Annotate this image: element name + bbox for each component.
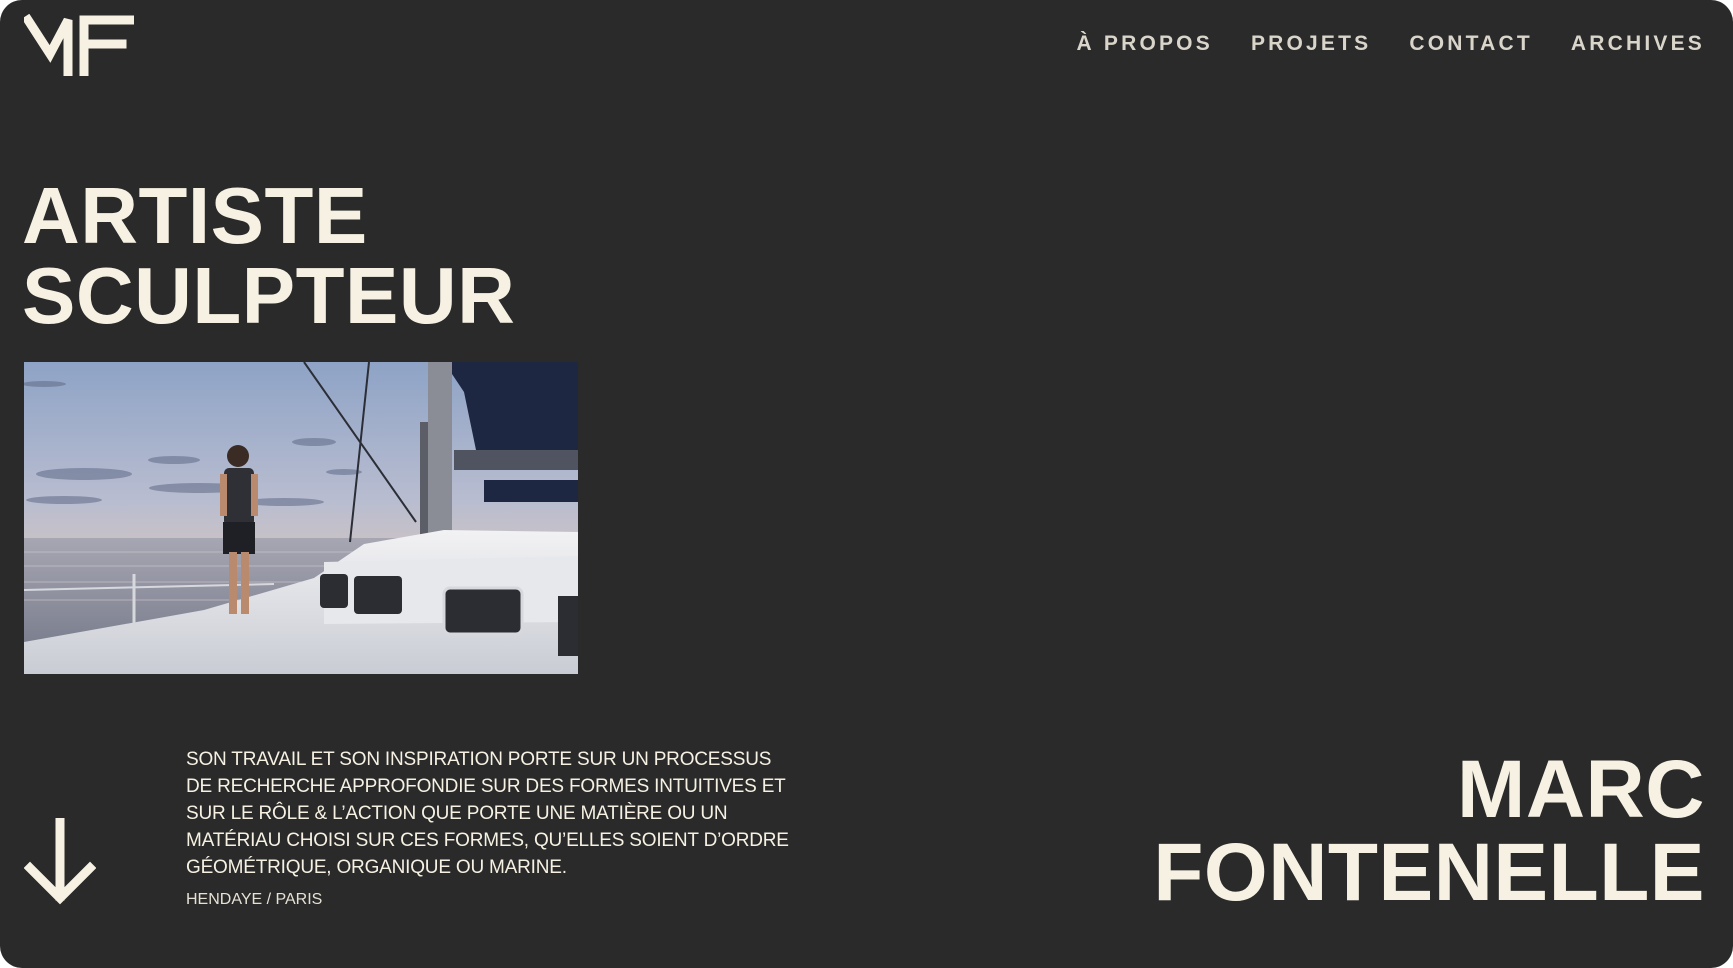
artist-last-name: FONTENELLE <box>1153 827 1705 918</box>
nav-link-projets[interactable]: PROJETS <box>1251 30 1371 58</box>
artist-description: SON TRAVAIL ET SON INSPIRATION PORTE SUR… <box>186 746 796 911</box>
description-text: SON TRAVAIL ET SON INSPIRATION PORTE SUR… <box>186 749 789 878</box>
artist-on-catamaran-image <box>24 362 578 674</box>
nav-link-a-propos[interactable]: À PROPOS <box>1076 30 1212 58</box>
page-frame: À PROPOS PROJETS CONTACT ARCHIVES ARTIST… <box>0 0 1733 968</box>
nav-link-archives[interactable]: ARCHIVES <box>1571 30 1705 58</box>
arrow-down-icon <box>24 818 96 905</box>
scroll-down-button[interactable] <box>24 818 96 906</box>
mf-logo-icon <box>24 14 134 76</box>
artist-photo <box>24 362 578 674</box>
main-nav: À PROPOS PROJETS CONTACT ARCHIVES <box>1076 30 1705 58</box>
hero-title-line-2: SCULPTEUR <box>22 251 516 340</box>
hero-title-line-1: ARTISTE <box>22 171 368 260</box>
hero-title: ARTISTE SCULPTEUR <box>22 176 515 336</box>
artist-first-name: MARC <box>1457 744 1705 835</box>
location-text: HENDAYE / PARIS <box>186 891 323 908</box>
logo[interactable] <box>24 14 134 76</box>
nav-link-contact[interactable]: CONTACT <box>1409 30 1533 58</box>
artist-name: MARC FONTENELLE <box>1153 748 1705 914</box>
